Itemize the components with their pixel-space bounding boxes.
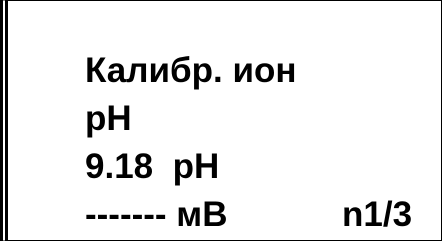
buffer-value: 9.18 pH	[85, 147, 220, 186]
screen-title: Калибр. ион	[85, 51, 297, 90]
potential-reading: ------- мВ	[85, 195, 228, 234]
lcd-display: Калибр. ион pH 9.18 pH ------- мВ n1/3	[0, 0, 442, 241]
page-indicator: n1/3	[342, 195, 413, 234]
ion-unit-label: pH	[85, 99, 132, 138]
